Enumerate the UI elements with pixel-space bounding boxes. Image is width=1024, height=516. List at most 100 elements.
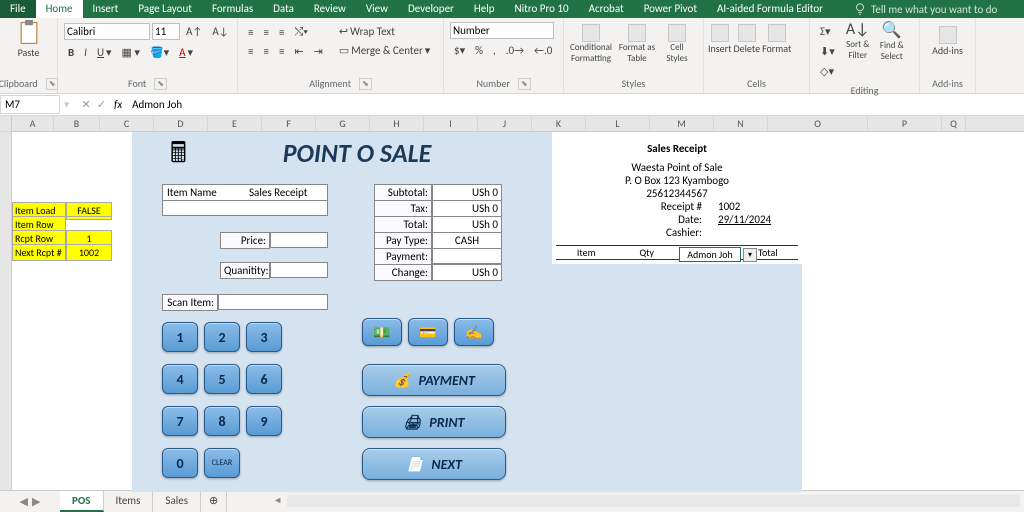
font-size-select[interactable] [152,23,180,40]
format-as-table-button[interactable]: Format as Table [616,24,658,64]
sheet-nav-prev-icon[interactable]: ◀ [20,495,28,508]
indent-dec-button[interactable]: ⇤ [290,42,307,61]
scan-input[interactable] [218,294,328,310]
tab-view[interactable]: View [356,0,398,18]
wrap-text-button[interactable]: ↩ Wrap Text [335,22,434,41]
cell-styles-button[interactable]: Cell Styles [660,24,694,64]
payment-button[interactable]: 💰 PAYMENT [362,364,506,396]
sheet-tab-items[interactable]: Items [104,491,154,512]
tab-insert[interactable]: Insert [83,0,129,18]
next-button[interactable]: 📄 NEXT [362,448,506,480]
tab-data[interactable]: Data [263,0,304,18]
align-middle-button[interactable]: ≡ [259,23,272,42]
tab-nitro[interactable]: Nitro Pro 10 [505,0,579,18]
inc-decimal-button[interactable]: .0→ [502,41,528,60]
align-center-button[interactable]: ≡ [259,42,272,61]
autosum-button[interactable]: Σ▾ [816,22,839,41]
number-launcher[interactable]: ⬊ [518,78,531,90]
fill-button[interactable]: ⬇▾ [816,42,839,61]
tab-powerpivot[interactable]: Power Pivot [634,0,707,18]
key-8[interactable]: 8 [204,406,240,436]
tab-page-layout[interactable]: Page Layout [128,0,202,18]
dec-decimal-button[interactable]: ←.0 [530,41,556,60]
formula-input[interactable] [128,96,1024,113]
payment-value[interactable] [432,248,502,264]
cashier-cell-selected[interactable]: Admon Joh [679,247,741,262]
key-4[interactable]: 4 [162,364,198,394]
conditional-formatting-button[interactable]: Conditional Formatting [568,24,614,64]
key-2[interactable]: 2 [204,322,240,352]
font-color-button[interactable]: A▾ [175,43,197,62]
italic-button[interactable]: I [80,43,91,62]
tell-me-search[interactable]: Tell me what you want to do [853,0,997,18]
price-input[interactable] [270,232,328,248]
column-headers[interactable]: A B C D E F G H I J K L M N O P Q [12,116,1024,132]
cancel-formula-icon[interactable]: ✕ [82,98,91,111]
comma-button[interactable]: , [489,41,500,60]
addins-button[interactable]: Add-ins [924,20,971,57]
pay-check-button[interactable]: ✍ [454,318,494,346]
clear-button[interactable]: ◇▾ [816,62,839,81]
orientation-button[interactable]: ⤭▾ [290,22,311,42]
bold-button[interactable]: B [64,43,78,62]
tab-file[interactable]: File [0,0,36,18]
quantity-input[interactable] [270,262,328,278]
sheet-tab-sales[interactable]: Sales [153,491,201,512]
receipt-no-label: Receipt # [556,200,708,213]
underline-button[interactable]: U ▾ [93,43,116,62]
border-button[interactable]: ▦ ▾ [118,43,144,62]
clipboard-launcher[interactable]: ⬊ [46,78,59,90]
new-sheet-button[interactable]: ⊕ [201,491,227,512]
pay-card-button[interactable]: 💳 [408,318,448,346]
sheet-nav-next-icon[interactable]: ▶ [32,495,40,508]
paste-button[interactable]: Paste [4,20,53,59]
key-6[interactable]: 6 [246,364,282,394]
align-right-button[interactable]: ≡ [275,42,288,61]
cashier-dropdown-icon[interactable]: ▾ [743,248,757,262]
key-0[interactable]: 0 [162,448,198,478]
sales-receipt-header: Sales Receipt [245,185,327,200]
name-box[interactable] [0,95,60,114]
align-top-button[interactable]: ≡ [244,23,257,42]
print-button[interactable]: 🖨 PRINT [362,406,506,438]
number-format-select[interactable] [450,22,554,39]
alignment-launcher[interactable]: ⬊ [359,78,372,90]
pay-cash-button[interactable]: 💵 [362,318,402,346]
sort-filter-button[interactable]: A↓Sort & Filter [841,20,875,83]
key-1[interactable]: 1 [162,322,198,352]
row-headers[interactable] [0,116,12,490]
insert-cells-button[interactable]: Insert [708,24,732,55]
accept-formula-icon[interactable]: ✓ [97,98,106,111]
tab-home[interactable]: Home [36,0,83,18]
decrease-font-button[interactable]: A↓ [208,22,232,41]
format-cells-button[interactable]: Format [762,24,791,55]
fx-icon[interactable]: fx [114,98,128,111]
fill-color-button[interactable]: 🪣▾ [146,43,173,62]
tab-acrobat[interactable]: Acrobat [579,0,634,18]
tab-ai-editor[interactable]: AI-aided Formula Editor [707,0,833,18]
align-left-button[interactable]: ≡ [244,42,257,61]
key-clear[interactable]: CLEAR [204,448,240,478]
percent-button[interactable]: % [471,41,487,60]
key-7[interactable]: 7 [162,406,198,436]
delete-cells-button[interactable]: Delete [734,24,761,55]
payment-label: Payment: [374,248,432,265]
tab-formulas[interactable]: Formulas [202,0,263,18]
tab-help[interactable]: Help [464,0,505,18]
indent-inc-button[interactable]: ⇥ [310,42,327,61]
align-bottom-button[interactable]: ≡ [275,23,288,42]
font-name-select[interactable] [64,23,150,40]
merge-center-button[interactable]: ▭ Merge & Center ▾ [335,41,434,60]
tab-review[interactable]: Review [304,0,356,18]
key-3[interactable]: 3 [246,322,282,352]
currency-button[interactable]: $▾ [450,41,469,60]
horizontal-scrollbar[interactable] [287,495,1020,507]
increase-font-button[interactable]: A↑ [182,22,206,41]
tab-developer[interactable]: Developer [398,0,464,18]
status-item-row-value [66,216,112,220]
font-launcher[interactable]: ⬊ [154,78,167,90]
sheet-tab-pos[interactable]: POS [60,491,104,512]
key-9[interactable]: 9 [246,406,282,436]
key-5[interactable]: 5 [204,364,240,394]
find-select-button[interactable]: 🔍Find & Select [875,20,909,83]
